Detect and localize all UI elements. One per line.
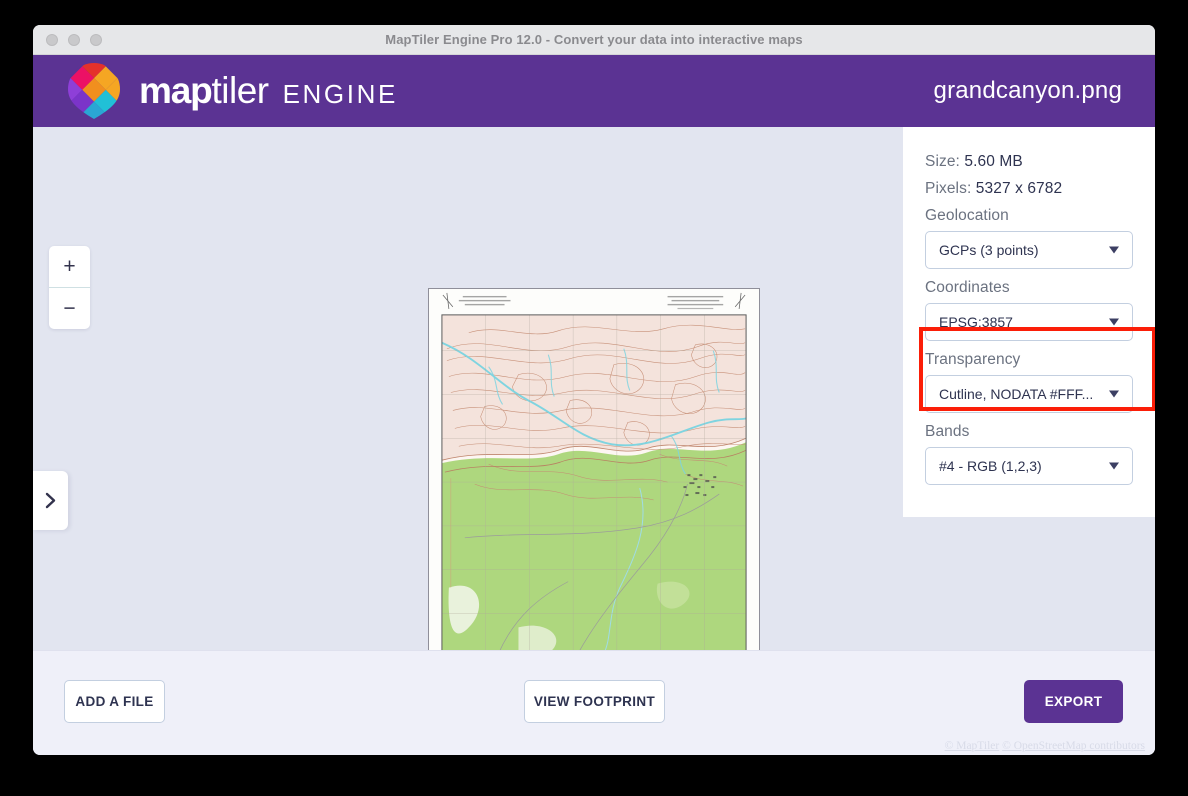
maptiler-logo: map tiler ENGINE [67, 62, 398, 120]
chevron-down-icon [1109, 391, 1119, 398]
file-info-panel: Size: 5.60 MB Pixels: 5327 x 6782 Geoloc… [903, 127, 1155, 517]
geolocation-label: Geolocation [925, 207, 1133, 225]
transparency-value: Cutline, NODATA #FFF... [939, 386, 1093, 402]
file-pixels-row: Pixels: 5327 x 6782 [925, 180, 1133, 198]
bottom-toolbar: ADD A FILE VIEW FOOTPRINT EXPORT © MapTi… [33, 650, 1155, 755]
bands-value: #4 - RGB (1,2,3) [939, 458, 1042, 474]
file-size-label: Size: [925, 153, 960, 170]
chevron-down-icon [1109, 247, 1119, 254]
file-pixels-value: 5327 x 6782 [976, 180, 1062, 197]
coordinates-value: EPSG:3857 [939, 314, 1013, 330]
window-title: MapTiler Engine Pro 12.0 - Convert your … [33, 32, 1155, 47]
bands-label: Bands [925, 423, 1133, 441]
attribution-osm-link[interactable]: © OpenStreetMap contributors [1002, 740, 1145, 752]
zoom-out-button[interactable]: − [49, 287, 90, 329]
logo-text-engine: ENGINE [283, 79, 398, 110]
title-bar: MapTiler Engine Pro 12.0 - Convert your … [33, 25, 1155, 55]
app-window: MapTiler Engine Pro 12.0 - Convert your … [33, 25, 1155, 755]
geolocation-field: Geolocation GCPs (3 points) [925, 207, 1133, 269]
map-attribution: © MapTiler © OpenStreetMap contributors [945, 740, 1145, 752]
map-workspace: + − [33, 127, 1155, 650]
logo-text-tiler: tiler [211, 70, 268, 112]
maptiler-pin-icon [67, 62, 121, 120]
geolocation-select[interactable]: GCPs (3 points) [925, 231, 1133, 269]
current-filename: grandcanyon.png [934, 77, 1122, 105]
coordinates-label: Coordinates [925, 279, 1133, 297]
zoom-controls: + − [49, 246, 90, 329]
geolocation-value: GCPs (3 points) [939, 242, 1039, 258]
transparency-field: Transparency Cutline, NODATA #FFF... [925, 351, 1133, 413]
coordinates-field: Coordinates EPSG:3857 [925, 279, 1133, 341]
chevron-right-icon [45, 492, 56, 509]
layers-panel-toggle[interactable] [33, 471, 68, 530]
coordinates-select[interactable]: EPSG:3857 [925, 303, 1133, 341]
bands-select[interactable]: #4 - RGB (1,2,3) [925, 447, 1133, 485]
transparency-select[interactable]: Cutline, NODATA #FFF... [925, 375, 1133, 413]
transparency-label: Transparency [925, 351, 1133, 369]
view-footprint-button[interactable]: VIEW FOOTPRINT [524, 680, 665, 723]
app-header: map tiler ENGINE grandcanyon.png [33, 55, 1155, 127]
add-file-button[interactable]: ADD A FILE [64, 680, 165, 723]
bands-field: Bands #4 - RGB (1,2,3) [925, 423, 1133, 485]
attribution-maptiler-link[interactable]: © MapTiler [945, 740, 1000, 752]
file-size-value: 5.60 MB [964, 153, 1022, 170]
zoom-in-button[interactable]: + [49, 246, 90, 287]
chevron-down-icon [1109, 463, 1119, 470]
chevron-down-icon [1109, 319, 1119, 326]
file-pixels-label: Pixels: [925, 180, 971, 197]
logo-text-map: map [139, 70, 211, 112]
file-size-row: Size: 5.60 MB [925, 153, 1133, 171]
export-button[interactable]: EXPORT [1024, 680, 1123, 723]
